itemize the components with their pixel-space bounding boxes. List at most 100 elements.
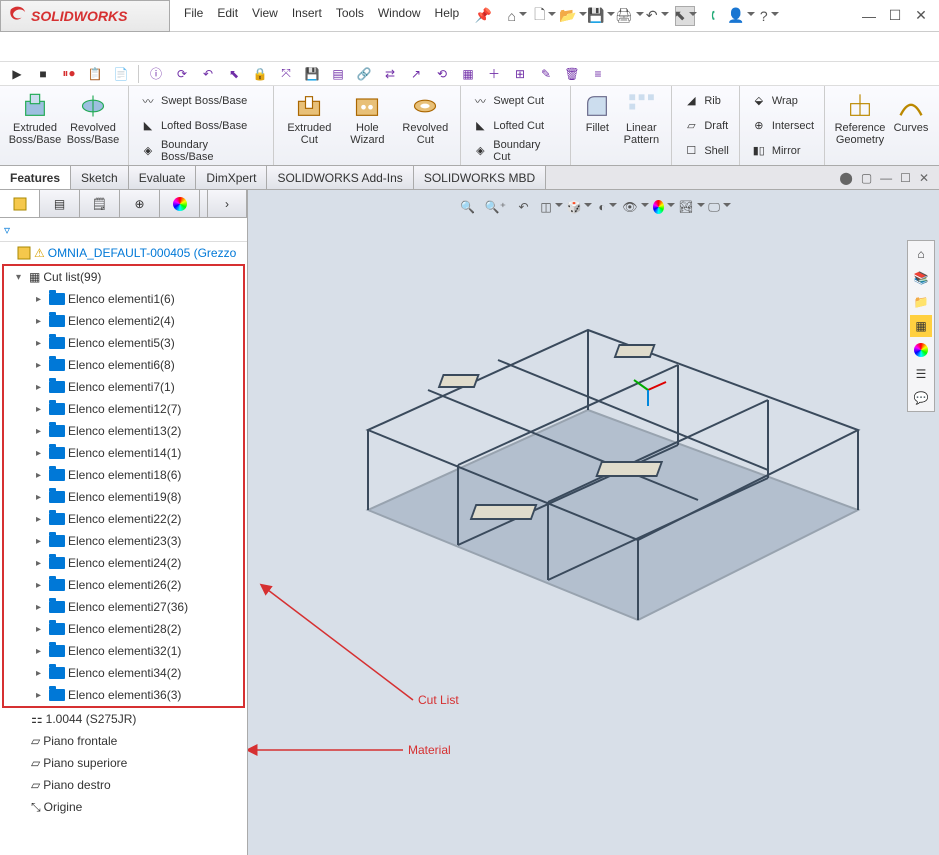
macro-edit-icon[interactable]: 📋 <box>86 65 104 83</box>
doc-max-icon[interactable]: ☐ <box>900 171 911 185</box>
boundary-boss-button[interactable]: ◈Boundary Boss/Base <box>135 139 267 163</box>
side-tab-property[interactable]: ▤ <box>40 190 80 217</box>
shell-button[interactable]: ☐Shell <box>678 139 732 163</box>
mirror-button[interactable]: ▮▯Mirror <box>746 139 818 163</box>
cut-list-item[interactable]: ▸Elenco elementi32(1) <box>4 640 243 662</box>
m18-icon[interactable]: ≡ <box>589 65 607 83</box>
display-style-icon[interactable]: ◐ <box>597 196 619 218</box>
cut-list-item[interactable]: ▸Elenco elementi34(2) <box>4 662 243 684</box>
m6-icon[interactable]: ⤧ <box>277 65 295 83</box>
side-tab-dim[interactable]: ⊕ <box>120 190 160 217</box>
wrap-button[interactable]: ⬙Wrap <box>746 89 818 113</box>
intersect-button[interactable]: ⊕Intersect <box>746 114 818 138</box>
tab-evaluate[interactable]: Evaluate <box>129 166 197 189</box>
linear-pattern-button[interactable]: Linear Pattern <box>617 88 665 146</box>
curves-button[interactable]: Curves <box>889 88 933 146</box>
stop-icon[interactable]: ■ <box>34 65 52 83</box>
tp-appearance-icon[interactable] <box>910 339 932 361</box>
tab-features[interactable]: Features <box>0 166 71 189</box>
m14-icon[interactable]: ＋ <box>485 65 503 83</box>
section-icon[interactable]: ◫ <box>541 196 563 218</box>
select-icon[interactable]: ⬉ <box>675 6 695 26</box>
material-node[interactable]: ▸ ⚏ 1.0044 (S275JR) <box>0 708 247 730</box>
m12-icon[interactable]: ⟲ <box>433 65 451 83</box>
tab-dimxpert[interactable]: DimXpert <box>196 166 267 189</box>
doc-prev-icon[interactable]: ⬤ <box>839 171 852 185</box>
macro-new-icon[interactable]: 📄 <box>112 65 130 83</box>
cut-list-node[interactable]: ▾ ▦ Cut list(99) <box>4 266 243 288</box>
cut-list-item[interactable]: ▸Elenco elementi14(1) <box>4 442 243 464</box>
m16-icon[interactable]: ✎ <box>537 65 555 83</box>
m13-icon[interactable]: ▦ <box>459 65 477 83</box>
m11-icon[interactable]: ↗ <box>407 65 425 83</box>
cut-list-item[interactable]: ▸Elenco elementi19(8) <box>4 486 243 508</box>
tp-library-icon[interactable]: 📚 <box>910 267 932 289</box>
menu-help[interactable]: Help <box>435 6 460 26</box>
m17-icon[interactable]: 🗑 <box>563 65 581 83</box>
open-icon[interactable]: 📂 <box>563 6 583 26</box>
cut-list-item[interactable]: ▸Elenco elementi27(36) <box>4 596 243 618</box>
side-tab-feature[interactable] <box>0 190 40 217</box>
user-icon[interactable]: 👤 <box>731 6 751 26</box>
zoom-area-icon[interactable]: 🔍⁺ <box>485 196 507 218</box>
fillet-button[interactable]: Fillet <box>577 88 617 146</box>
view-settings-icon[interactable]: 🖵 <box>709 196 731 218</box>
minimize-icon[interactable]: — <box>859 6 879 26</box>
side-tab-appearance[interactable] <box>160 190 200 217</box>
pin-icon[interactable]: 📌 <box>473 6 493 26</box>
tp-view-icon[interactable]: ▦ <box>910 315 932 337</box>
side-tab-config[interactable]: 🗒 <box>80 190 120 217</box>
draft-button[interactable]: ▱Draft <box>678 114 732 138</box>
plane-top[interactable]: ▸ ▱ Piano superiore <box>0 752 247 774</box>
tab-addins[interactable]: SOLIDWORKS Add-Ins <box>267 166 413 189</box>
new-icon[interactable]: 🗋 <box>535 6 555 26</box>
m15-icon[interactable]: ⊞ <box>511 65 529 83</box>
m7-icon[interactable]: 💾 <box>303 65 321 83</box>
maximize-icon[interactable]: ☐ <box>885 6 905 26</box>
lofted-cut-button[interactable]: ◣Lofted Cut <box>467 114 564 138</box>
print-icon[interactable]: 🖨 <box>619 6 639 26</box>
extruded-boss-button[interactable]: Extruded Boss/Base <box>6 88 64 146</box>
m1-icon[interactable]: ⓘ <box>147 65 165 83</box>
rib-button[interactable]: ◢Rib <box>678 89 732 113</box>
zoom-fit-icon[interactable]: 🔍 <box>457 196 479 218</box>
ref-geometry-button[interactable]: Reference Geometry <box>831 88 889 146</box>
plane-front[interactable]: ▸ ▱ Piano frontale <box>0 730 247 752</box>
menu-edit[interactable]: Edit <box>217 6 238 26</box>
revolved-boss-button[interactable]: Revolved Boss/Base <box>64 88 122 146</box>
viewport[interactable]: 🔍 🔍⁺ ↶ ◫ 🎲 ◐ 👁 🏞 🖵 ⌂ 📚 📁 ▦ ☰ 💬 <box>248 190 939 855</box>
tp-home-icon[interactable]: ⌂ <box>910 243 932 265</box>
m9-icon[interactable]: 🔗 <box>355 65 373 83</box>
filter-icon[interactable]: ▿ <box>4 223 10 237</box>
menu-window[interactable]: Window <box>378 6 421 26</box>
cut-list-item[interactable]: ▸Elenco elementi23(3) <box>4 530 243 552</box>
doc-close-icon[interactable]: ✕ <box>919 171 929 185</box>
cut-list-item[interactable]: ▸Elenco elementi28(2) <box>4 618 243 640</box>
scene-icon[interactable]: 🏞 <box>681 196 703 218</box>
swept-boss-button[interactable]: 〰Swept Boss/Base <box>135 89 267 113</box>
extruded-cut-button[interactable]: Extruded Cut <box>280 88 338 146</box>
side-expand-icon[interactable]: › <box>207 190 247 217</box>
m5-icon[interactable]: 🔒 <box>251 65 269 83</box>
menu-insert[interactable]: Insert <box>292 6 322 26</box>
help-icon[interactable]: ? <box>759 6 779 26</box>
m2-icon[interactable]: ⟳ <box>173 65 191 83</box>
tree-root[interactable]: ⚠ OMNIA_DEFAULT-000405 (Grezzo <box>0 242 247 264</box>
undo-icon[interactable]: ↶ <box>647 6 667 26</box>
menu-tools[interactable]: Tools <box>336 6 364 26</box>
tab-sketch[interactable]: Sketch <box>71 166 129 189</box>
menu-view[interactable]: View <box>252 6 278 26</box>
appearance-icon[interactable] <box>653 196 675 218</box>
m10-icon[interactable]: ⇄ <box>381 65 399 83</box>
cut-list-item[interactable]: ▸Elenco elementi13(2) <box>4 420 243 442</box>
menu-file[interactable]: File <box>184 6 203 26</box>
save-icon[interactable]: 💾 <box>591 6 611 26</box>
hide-show-icon[interactable]: 👁 <box>625 196 647 218</box>
play-icon[interactable]: ▶ <box>8 65 26 83</box>
orientation-icon[interactable]: 🎲 <box>569 196 591 218</box>
doc-min-icon[interactable]: — <box>880 171 892 185</box>
close-icon[interactable]: ✕ <box>911 6 931 26</box>
cut-list-item[interactable]: ▸Elenco elementi12(7) <box>4 398 243 420</box>
cut-list-item[interactable]: ▸Elenco elementi1(6) <box>4 288 243 310</box>
tp-explorer-icon[interactable]: 📁 <box>910 291 932 313</box>
